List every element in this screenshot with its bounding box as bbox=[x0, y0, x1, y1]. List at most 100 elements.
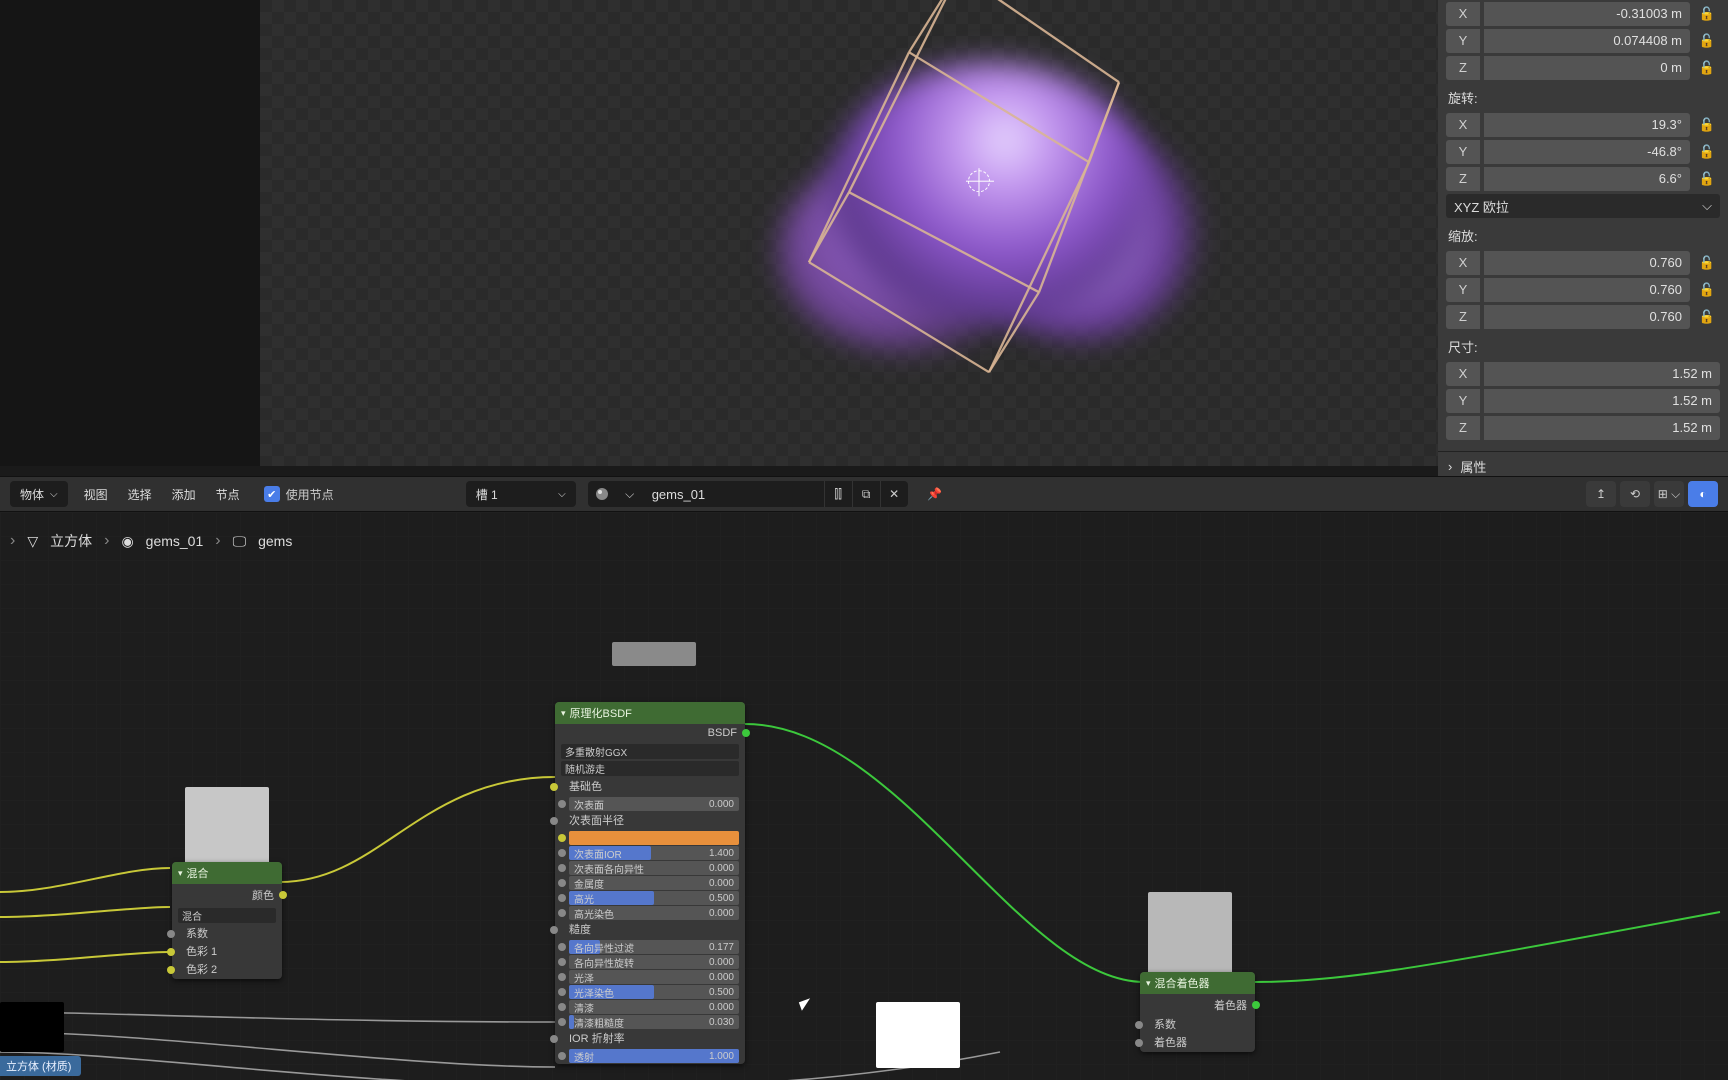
input-socket[interactable]: 系数 bbox=[1140, 1016, 1255, 1034]
collapse-icon[interactable]: ▾ bbox=[1146, 978, 1151, 989]
lock-icon[interactable]: 🔓 bbox=[1694, 305, 1720, 329]
3d-cursor-icon bbox=[968, 170, 990, 192]
output-socket-shader[interactable]: 着色器 bbox=[1140, 994, 1255, 1016]
bsdf-slider-sheen_tint[interactable]: 光泽染色0.500 bbox=[569, 985, 739, 999]
bsdf-input-rough[interactable]: 糙度 bbox=[555, 921, 745, 939]
checkbox-checked-icon[interactable]: ✔ bbox=[264, 486, 280, 502]
bsdf-slider-clearcoat[interactable]: 清漆0.000 bbox=[569, 1000, 739, 1014]
texture-thumbnail[interactable] bbox=[185, 787, 269, 871]
lock-icon[interactable]: 🔓 bbox=[1694, 56, 1720, 80]
menu-view[interactable]: 视图 bbox=[80, 486, 112, 503]
rotation-mode-select[interactable]: XYZ 欧拉⌵ bbox=[1446, 194, 1720, 218]
bsdf-input-ior[interactable]: IOR 折射率 bbox=[555, 1030, 745, 1048]
material-sphere-icon[interactable] bbox=[588, 481, 616, 507]
mouse-cursor-icon bbox=[800, 1000, 814, 1020]
texture-thumbnail[interactable] bbox=[1148, 892, 1232, 976]
scale-y-row[interactable]: Y 0.760 🔓 bbox=[1446, 277, 1720, 303]
material-name-input[interactable] bbox=[644, 481, 824, 507]
principled-bsdf-node[interactable]: ▾原理化BSDF BSDF 多重散射GGX 随机游走 基础色次表面0.000次表… bbox=[555, 702, 745, 1064]
render-preview bbox=[719, 0, 1239, 422]
location-y-row[interactable]: Y 0.074408 m 🔓 bbox=[1446, 28, 1720, 54]
lock-icon[interactable]: 🔓 bbox=[1694, 2, 1720, 26]
breadcrumb-nodetree[interactable]: gems bbox=[258, 533, 292, 549]
lock-icon[interactable]: 🔓 bbox=[1694, 251, 1720, 275]
editor-mode-select[interactable]: 物体⌵ bbox=[10, 481, 68, 507]
browse-material-icon[interactable]: ⌵ bbox=[616, 481, 644, 507]
lock-icon[interactable]: 🔓 bbox=[1694, 167, 1720, 191]
duplicate-material-icon[interactable]: ⧉ bbox=[852, 481, 880, 507]
texture-thumbnail[interactable] bbox=[612, 642, 696, 666]
bsdf-slider-spec_tint[interactable]: 高光染色0.000 bbox=[569, 906, 739, 920]
lock-icon[interactable]: 🔓 bbox=[1694, 278, 1720, 302]
rotation-y-row[interactable]: Y -46.8° 🔓 bbox=[1446, 139, 1720, 165]
node-editor-canvas[interactable]: ▾混合 颜色 混合 系数 色彩 1 色彩 2 ▾原理化BSDF BSDF 多重散… bbox=[0, 512, 1728, 1080]
collapse-icon[interactable]: ▾ bbox=[178, 868, 183, 879]
location-z-row[interactable]: Z 0 m 🔓 bbox=[1446, 55, 1720, 81]
menu-add[interactable]: 添加 bbox=[168, 486, 200, 503]
bsdf-subsurface-color-swatch[interactable] bbox=[569, 831, 739, 845]
output-socket-color[interactable]: 颜色 bbox=[172, 884, 282, 906]
lock-icon[interactable]: 🔓 bbox=[1694, 140, 1720, 164]
sss-method-select[interactable]: 随机游走 bbox=[561, 761, 739, 776]
menu-node[interactable]: 节点 bbox=[212, 486, 244, 503]
node-wrangler-icon[interactable]: ⫿⫿ bbox=[824, 481, 852, 507]
mesh-icon: ▽ bbox=[27, 533, 38, 550]
parent-node-tree-icon[interactable]: ↥ bbox=[1586, 481, 1616, 507]
bsdf-slider-aniso[interactable]: 各向异性过滤0.177 bbox=[569, 940, 739, 954]
color-ramp-node[interactable] bbox=[0, 1002, 64, 1052]
mix-rgb-node[interactable]: ▾混合 颜色 混合 系数 色彩 1 色彩 2 bbox=[172, 862, 282, 979]
dim-x-row[interactable]: X 1.52 m bbox=[1446, 361, 1720, 387]
location-x-row[interactable]: X -0.31003 m 🔓 bbox=[1446, 1, 1720, 27]
input-socket[interactable]: 着色器 bbox=[1140, 1034, 1255, 1052]
loc-x-value[interactable]: -0.31003 m bbox=[1484, 2, 1690, 26]
chevron-down-icon: ⌵ bbox=[558, 489, 566, 500]
use-nodes-toggle[interactable]: ✔ 使用节点 bbox=[264, 486, 334, 503]
bsdf-slider-cc_rough[interactable]: 清漆粗糙度0.030 bbox=[569, 1015, 739, 1029]
snap-icon[interactable]: ⟲ bbox=[1620, 481, 1650, 507]
dimensions-heading: 尺寸: bbox=[1438, 331, 1728, 360]
nodetree-icon: 🖵 bbox=[233, 533, 247, 550]
scale-x-row[interactable]: X 0.760 🔓 bbox=[1446, 250, 1720, 276]
lock-icon[interactable]: 🔓 bbox=[1694, 29, 1720, 53]
input-socket[interactable]: 色彩 1 bbox=[172, 943, 282, 961]
viewport-left-margin bbox=[0, 0, 260, 466]
texture-thumbnail[interactable] bbox=[876, 1002, 960, 1068]
bsdf-input-base[interactable]: 基础色 bbox=[555, 778, 745, 796]
bsdf-slider-transmission[interactable]: 透射1.000 bbox=[569, 1049, 739, 1063]
bsdf-slider-sheen[interactable]: 光泽0.000 bbox=[569, 970, 739, 984]
wireframe-cube bbox=[789, 0, 1189, 382]
snap-options-icon[interactable]: ⊞ ⌵ bbox=[1654, 481, 1684, 507]
bsdf-slider-aniso_rot[interactable]: 各向异性旋转0.000 bbox=[569, 955, 739, 969]
bsdf-slider-specular[interactable]: 高光0.500 bbox=[569, 891, 739, 905]
menu-select[interactable]: 选择 bbox=[124, 486, 156, 503]
input-socket[interactable]: 系数 bbox=[172, 925, 282, 943]
active-object-indicator[interactable]: 立方体 (材质) bbox=[0, 1056, 81, 1076]
blend-mode-select[interactable]: 混合 bbox=[178, 908, 276, 923]
material-slot-select[interactable]: 槽 1⌵ bbox=[466, 481, 576, 507]
dim-y-row[interactable]: Y 1.52 m bbox=[1446, 388, 1720, 414]
mix-shader-node[interactable]: ▾混合着色器 着色器 系数 着色器 bbox=[1140, 972, 1255, 1052]
chevron-right-icon: › bbox=[10, 532, 15, 550]
bsdf-slider-sss_ior[interactable]: 次表面IOR1.400 bbox=[569, 846, 739, 860]
chevron-right-icon: › bbox=[1448, 459, 1452, 474]
breadcrumb-material[interactable]: gems_01 bbox=[146, 533, 204, 549]
bsdf-slider-sss[interactable]: 次表面0.000 bbox=[569, 797, 739, 811]
output-socket-bsdf[interactable]: BSDF bbox=[555, 724, 745, 742]
breadcrumb-object[interactable]: 立方体 bbox=[50, 531, 92, 551]
collapse-icon[interactable]: ▾ bbox=[561, 708, 566, 719]
rotation-x-row[interactable]: X 19.3° 🔓 bbox=[1446, 112, 1720, 138]
rotation-z-row[interactable]: Z 6.6° 🔓 bbox=[1446, 166, 1720, 192]
distribution-select[interactable]: 多重散射GGX bbox=[561, 744, 739, 759]
bsdf-slider-sss_aniso[interactable]: 次表面各向异性0.000 bbox=[569, 861, 739, 875]
scale-z-row[interactable]: Z 0.760 🔓 bbox=[1446, 304, 1720, 330]
chevron-down-icon: ⌵ bbox=[1702, 198, 1712, 214]
overlay-toggle-icon[interactable]: ◐ bbox=[1688, 481, 1718, 507]
pin-icon[interactable]: 📌 bbox=[920, 487, 950, 501]
bsdf-input-sss_rad[interactable]: 次表面半径 bbox=[555, 812, 745, 830]
lock-icon[interactable]: 🔓 bbox=[1694, 113, 1720, 137]
chevron-right-icon: › bbox=[104, 532, 109, 550]
dim-z-row[interactable]: Z 1.52 m bbox=[1446, 415, 1720, 441]
input-socket[interactable]: 色彩 2 bbox=[172, 961, 282, 979]
bsdf-slider-metallic[interactable]: 金属度0.000 bbox=[569, 876, 739, 890]
unlink-material-icon[interactable]: ✕ bbox=[880, 481, 908, 507]
